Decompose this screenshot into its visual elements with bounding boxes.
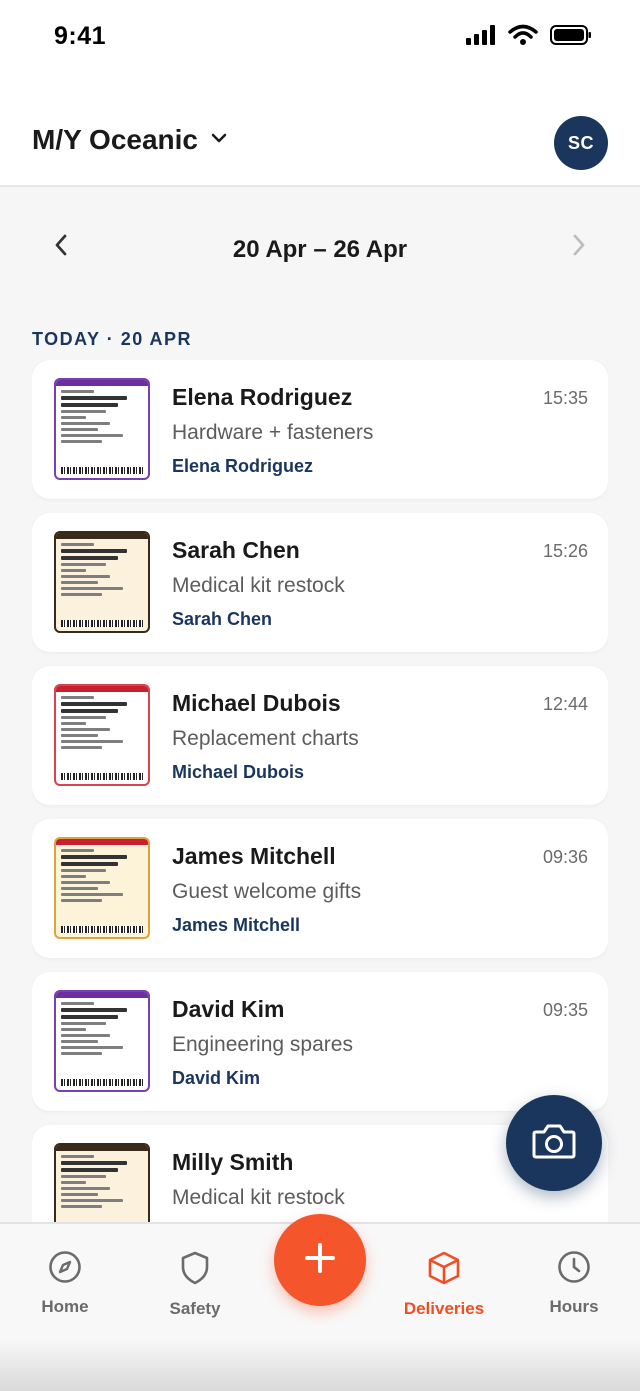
delivery-description: Engineering spares (172, 1033, 353, 1056)
delivery-description: Medical kit restock (172, 574, 345, 597)
bottom-tab-bar: Home Safety Deliveries Hours (0, 1214, 640, 1391)
shipping-label-thumbnail (54, 1143, 150, 1222)
shield-icon (179, 1250, 211, 1291)
delivery-recipient: Elena Rodriguez (172, 456, 314, 476)
shipping-label-thumbnail (54, 378, 150, 480)
delivery-time: 15:26 (542, 541, 588, 561)
home-indicator (0, 1339, 640, 1391)
week-navigator: 20 Apr – 26 Apr (0, 222, 640, 278)
cellular-signal-icon (466, 25, 496, 50)
delivery-card[interactable]: Elena Rodriguez 15:35 Hardware + fasteners… (32, 360, 608, 499)
delivery-list: Elena Rodriguez 15:35 Hardware + fasteners… (32, 360, 608, 1222)
shipping-label-thumbnail (54, 990, 150, 1092)
delivery-description: Replacement charts (172, 727, 359, 750)
delivery-recipient: Michael Dubois (172, 762, 305, 782)
add-button[interactable] (274, 1214, 366, 1306)
plus-icon (302, 1240, 338, 1281)
shipping-label-thumbnail (54, 531, 150, 633)
section-title: TODAY · 20 APR (32, 329, 193, 349)
wifi-icon (508, 24, 538, 51)
delivery-sender-name: Milly Smith (172, 1149, 294, 1175)
avatar[interactable]: SC (554, 116, 608, 170)
camera-button[interactable] (506, 1095, 602, 1191)
tab-label: Deliveries (403, 1299, 485, 1318)
status-bar: 9:41 (0, 0, 640, 80)
status-icons (466, 24, 592, 51)
shipping-label-thumbnail (54, 837, 150, 939)
delivery-sender-name: Michael Dubois (172, 690, 341, 716)
battery-icon (550, 24, 592, 51)
delivery-sender-name: Sarah Chen (172, 537, 300, 563)
delivery-description: Medical kit restock (172, 1186, 345, 1209)
vessel-selector[interactable]: M/Y Oceanic (32, 124, 228, 156)
delivery-card[interactable]: David Kim 09:35 Engineering spares David Ki… (32, 972, 608, 1111)
delivery-description: Guest welcome gifts (172, 880, 362, 903)
vessel-name: M/Y Oceanic (32, 124, 199, 155)
delivery-time: 15:35 (542, 388, 588, 408)
delivery-card[interactable]: Sarah Chen 15:26 Medical kit restock Sarah … (32, 513, 608, 652)
delivery-recipient: James Mitchell (172, 915, 301, 935)
chevron-down-icon (210, 131, 228, 149)
delivery-recipient: David Kim (172, 1068, 261, 1088)
shipping-label-thumbnail (54, 684, 150, 786)
tab-label: Safety (169, 1299, 221, 1318)
delivery-sender-name: David Kim (172, 996, 285, 1022)
week-range-label: 20 Apr – 26 Apr (232, 236, 408, 263)
app-header: M/Y Oceanic SC (0, 80, 640, 187)
delivery-sender-name: Elena Rodriguez (172, 384, 353, 410)
clock-icon (557, 1250, 591, 1289)
tab-label: Hours (549, 1297, 599, 1316)
tab-label: Home (41, 1297, 89, 1316)
tab-home[interactable]: Home (10, 1250, 120, 1317)
delivery-description: Hardware + fasteners (172, 421, 374, 444)
delivery-time: 09:35 (542, 1000, 588, 1020)
delivery-card[interactable]: James Mitchell 09:36 Guest welcome gifts Ja… (32, 819, 608, 958)
delivery-time: 09:36 (542, 847, 588, 867)
tab-safety[interactable]: Safety (140, 1250, 250, 1319)
delivery-sender-name: James Mitchell (172, 843, 336, 869)
delivery-recipient: Sarah Chen (172, 609, 273, 629)
chevron-right-icon (571, 233, 587, 262)
box-icon (427, 1250, 461, 1291)
tab-hours[interactable]: Hours (519, 1250, 629, 1317)
next-week-button[interactable] (562, 230, 596, 264)
delivery-time: 12:44 (542, 694, 588, 714)
camera-icon (531, 1121, 577, 1166)
delivery-card[interactable]: Michael Dubois 12:44 Replacement charts Mic… (32, 666, 608, 805)
tab-deliveries[interactable]: Deliveries (389, 1250, 499, 1319)
compass-icon (48, 1250, 82, 1289)
status-time: 9:41 (54, 22, 107, 50)
